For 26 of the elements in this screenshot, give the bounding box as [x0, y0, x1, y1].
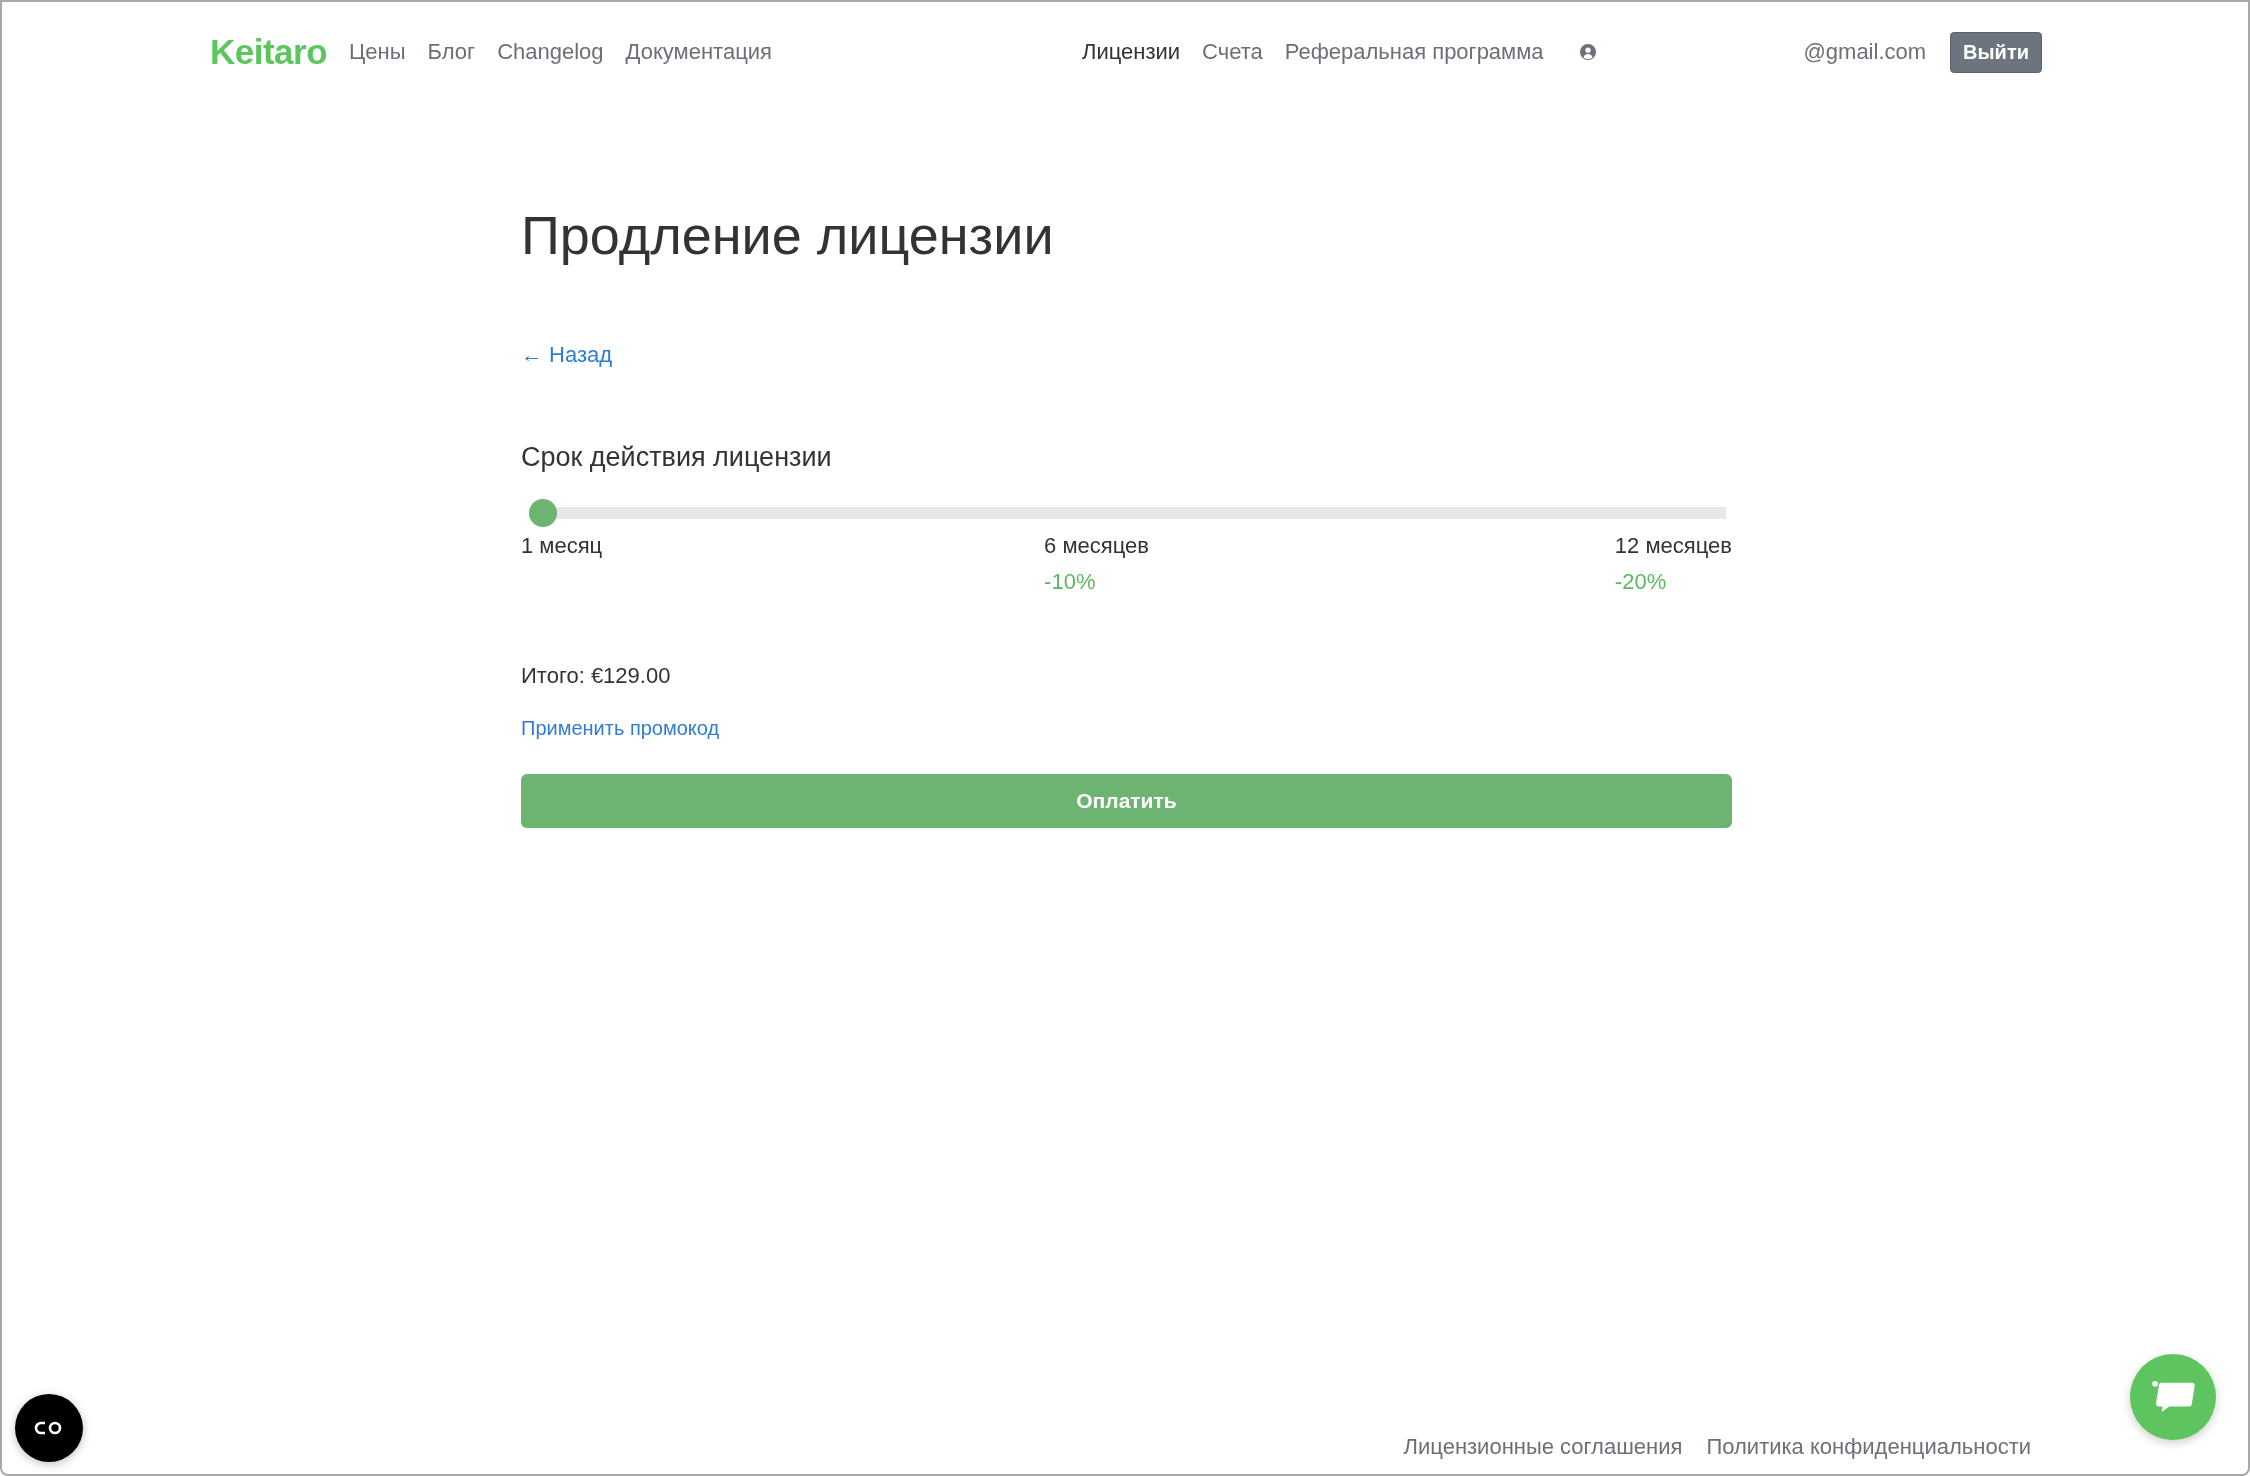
account-icon[interactable] — [1579, 44, 1596, 60]
nav-link[interactable]: Лицензии — [1081, 39, 1181, 65]
slider-stop-label: 6 месяцев — [1044, 533, 1149, 559]
widget-button[interactable] — [15, 1394, 83, 1462]
nav-link[interactable]: Блог — [427, 39, 476, 65]
promo-code-link[interactable]: Применить промокод — [521, 717, 720, 740]
page-title: Продление лицензии — [521, 204, 1054, 266]
chat-button[interactable] — [2130, 1354, 2216, 1440]
slider-thumb[interactable] — [529, 499, 557, 527]
nav-link[interactable]: Changelog — [497, 39, 604, 65]
slider-stop-label: 12 месяцев — [1614, 533, 1732, 559]
discount-label: -10% — [1044, 569, 1096, 595]
user-email: @gmail.com — [1803, 39, 1927, 65]
nav-link[interactable]: Документация — [625, 39, 772, 65]
logout-button[interactable]: Выйти — [1950, 31, 2042, 73]
discount-label: -20% — [1614, 569, 1667, 595]
slider-stop-label: 1 месяц — [521, 533, 603, 559]
section-title: Срок действия лицензии — [521, 442, 832, 473]
chat-icon — [2150, 1380, 2196, 1414]
back-link[interactable]: ← Назад — [521, 342, 613, 368]
nav-link[interactable]: Реферальная программа — [1284, 39, 1544, 65]
footer-link[interactable]: Политика конфиденциальности — [1706, 1434, 2031, 1460]
total-price: Итого: €129.00 — [521, 663, 671, 689]
footer-link[interactable]: Лицензионные соглашения — [1403, 1434, 1683, 1460]
nav-link[interactable]: Цены — [349, 39, 406, 65]
nav-link[interactable]: Счета — [1202, 39, 1263, 65]
